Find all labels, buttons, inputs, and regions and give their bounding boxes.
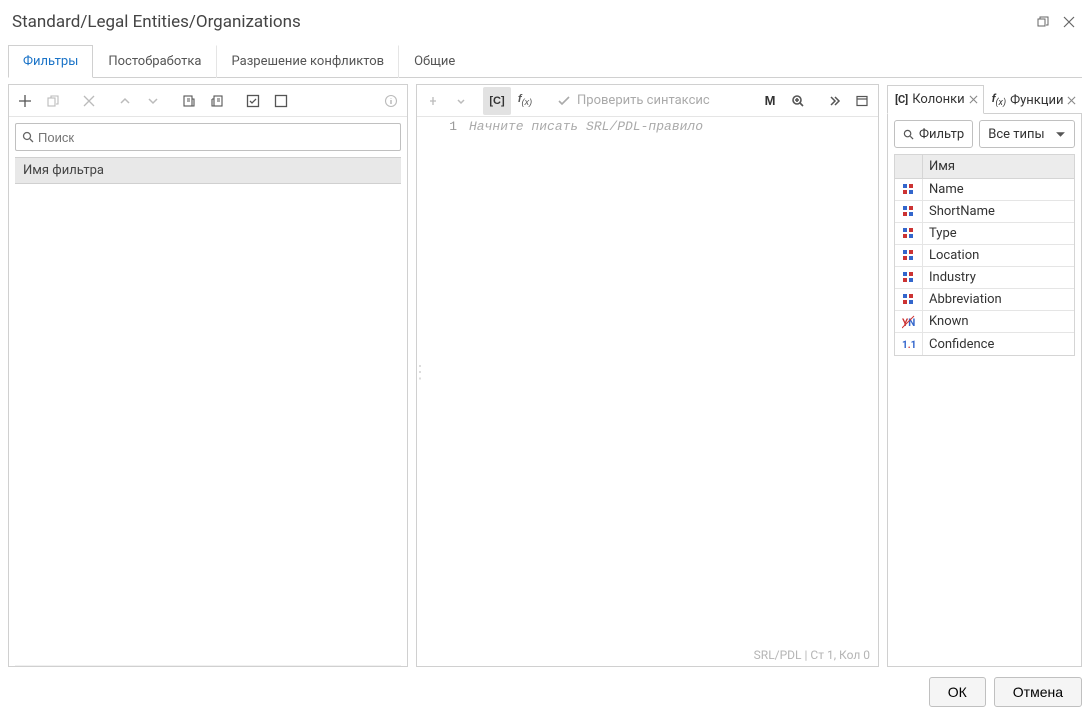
search-icon (22, 131, 34, 143)
columns-header-name: Имя (923, 155, 1074, 178)
filter-label: Фильтр (919, 127, 964, 142)
column-type-icon (895, 245, 923, 266)
column-type-icon (895, 201, 923, 222)
check-all-button[interactable] (239, 87, 267, 115)
column-type-icon: 1.1 (895, 333, 923, 355)
column-row[interactable]: YN Known (895, 311, 1074, 333)
types-select[interactable]: Все типы (979, 120, 1075, 148)
column-name: Abbreviation (923, 290, 1074, 309)
export-button[interactable] (203, 87, 231, 115)
syntax-check-label: Проверить синтаксис (577, 93, 710, 108)
columns-mode-button[interactable]: [C] (483, 87, 511, 115)
column-name: Confidence (923, 335, 1074, 354)
search-icon (903, 129, 914, 140)
column-name: Location (923, 246, 1074, 265)
column-name: Industry (923, 268, 1074, 287)
column-type-icon: YN (895, 311, 923, 332)
svg-text:1.1: 1.1 (902, 340, 916, 351)
dialog-title: Standard/Legal Entities/Organizations (12, 12, 1026, 32)
column-name: Name (923, 180, 1074, 199)
move-down-button[interactable] (139, 87, 167, 115)
column-type-icon (895, 223, 923, 244)
import-button[interactable] (175, 87, 203, 115)
search-input-wrapper (15, 123, 401, 151)
maximize-icon[interactable] (1034, 13, 1052, 31)
close-tab-icon[interactable] (969, 95, 978, 104)
copy-button[interactable] (39, 87, 67, 115)
delete-button[interactable] (75, 87, 103, 115)
filters-panel: Имя фильтра (8, 84, 408, 667)
editor-status: SRL/PDL | Ст 1, Кол 0 (417, 644, 878, 666)
functions-tab-label: Функции (1010, 93, 1063, 108)
tab-conflict-resolution[interactable]: Разрешение конфликтов (217, 45, 400, 78)
column-type-icon (895, 179, 923, 200)
ok-button[interactable]: ОК (929, 677, 986, 707)
editor-panel: [C] f(x) Проверить синтаксис M (416, 84, 879, 667)
functions-tab-icon: f(x) (992, 92, 1006, 108)
column-type-icon (895, 289, 923, 310)
filter-button[interactable]: Фильтр (894, 120, 973, 148)
dropdown-button[interactable] (447, 87, 475, 115)
split-handle-icon[interactable] (411, 362, 416, 390)
column-row[interactable]: Industry (895, 267, 1074, 289)
uncheck-all-button[interactable] (267, 87, 295, 115)
columns-tab-icon: [C] (895, 93, 908, 106)
tab-postprocessing[interactable]: Постобработка (93, 45, 216, 78)
close-icon[interactable] (1060, 13, 1078, 31)
functions-mode-button[interactable]: f(x) (511, 87, 539, 115)
filters-grid-body[interactable] (15, 184, 401, 666)
column-type-icon (895, 267, 923, 288)
main-tabs: Фильтры Постобработка Разрешение конфлик… (8, 44, 1082, 78)
close-tab-icon[interactable] (1067, 96, 1076, 105)
add-button[interactable] (11, 87, 39, 115)
zoom-button[interactable] (784, 87, 812, 115)
tab-general[interactable]: Общие (399, 45, 470, 78)
code-editor[interactable]: 1 Начните писать SRL/PDL-правило (417, 117, 878, 644)
column-row[interactable]: Name (895, 179, 1074, 201)
syntax-check-button[interactable]: Проверить синтаксис (547, 93, 720, 108)
info-button[interactable] (377, 87, 405, 115)
column-name: Type (923, 224, 1074, 243)
tab-filters[interactable]: Фильтры (8, 45, 93, 78)
cancel-button[interactable]: Отмена (994, 677, 1082, 707)
more-button[interactable] (820, 87, 848, 115)
column-row[interactable]: Type (895, 223, 1074, 245)
editor-placeholder: Начните писать SRL/PDL-правило (465, 117, 878, 644)
columns-table: Имя Name ShortName Type Location Industry Abb… (894, 154, 1075, 356)
column-row[interactable]: Location (895, 245, 1074, 267)
column-name: Known (923, 312, 1074, 331)
case-toggle-button[interactable] (419, 87, 447, 115)
columns-tab-label: Колонки (912, 92, 964, 107)
filters-grid-header: Имя фильтра (15, 157, 401, 184)
tab-columns[interactable]: [C] Колонки (887, 85, 984, 114)
svg-text:YN: YN (902, 318, 915, 329)
window-button[interactable] (848, 87, 876, 115)
mark-button[interactable]: M (756, 87, 784, 115)
column-name: ShortName (923, 202, 1074, 221)
column-row[interactable]: Abbreviation (895, 289, 1074, 311)
search-input[interactable] (38, 130, 394, 145)
tab-functions[interactable]: f(x) Функции (984, 85, 1083, 114)
move-up-button[interactable] (111, 87, 139, 115)
column-row[interactable]: ShortName (895, 201, 1074, 223)
sidebar-panel: [C] Колонки f(x) Функции Фильтр (887, 84, 1082, 667)
types-select-label: Все типы (988, 127, 1044, 142)
column-row[interactable]: 1.1 Confidence (895, 333, 1074, 355)
chevron-down-icon (1055, 129, 1066, 140)
